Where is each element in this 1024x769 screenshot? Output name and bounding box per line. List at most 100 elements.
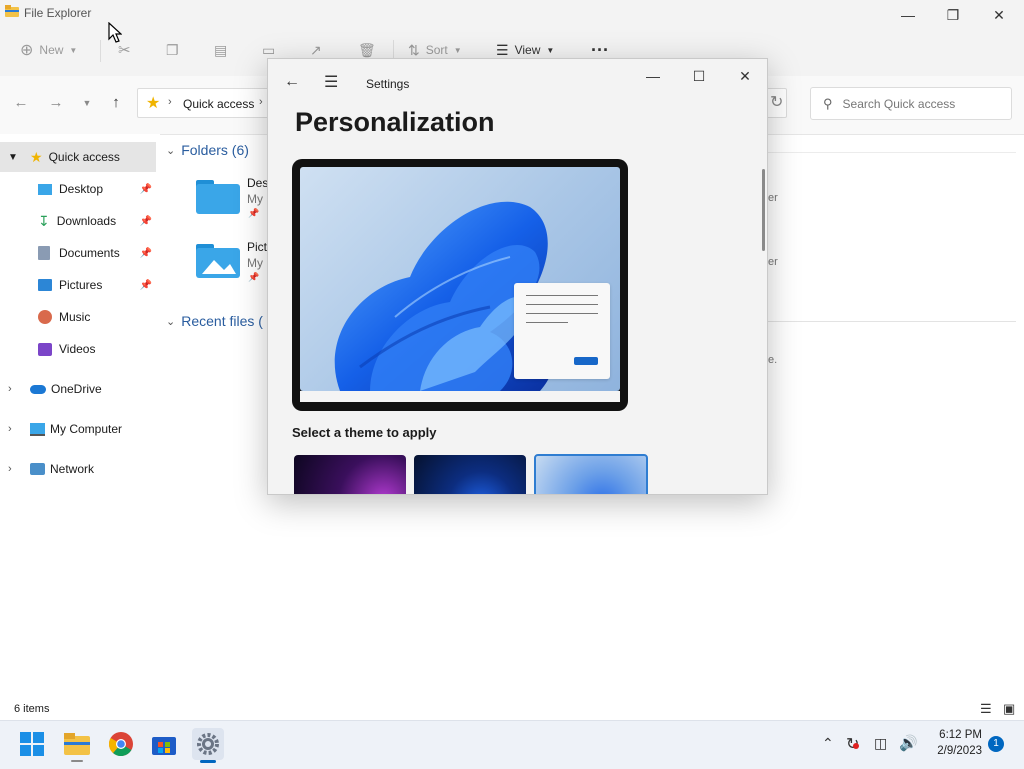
rename-icon: ▭: [262, 41, 276, 58]
sidebar-item-videos[interactable]: Videos: [0, 334, 156, 364]
item-count: 6 items: [14, 703, 50, 715]
sidebar-item-quick-access[interactable]: ▼ ★ Quick access: [0, 142, 156, 172]
document-icon: [38, 246, 50, 260]
taskbar-chrome[interactable]: [105, 728, 137, 760]
sidebar-item-label: Quick access: [48, 150, 120, 164]
recent-locations-button[interactable]: ▼: [76, 92, 98, 114]
up-button[interactable]: ↑: [105, 92, 127, 114]
restore-button[interactable]: ❐: [930, 0, 976, 30]
folder-location: My: [247, 192, 263, 206]
pictures-folder-icon[interactable]: [196, 242, 240, 278]
star-icon: ★: [30, 148, 43, 165]
sidebar-item-downloads[interactable]: ↧ Downloads 📌: [0, 206, 156, 236]
preview-button: [574, 357, 598, 365]
notification-badge[interactable]: 1: [988, 736, 1004, 752]
forward-button[interactable]: →: [45, 92, 67, 114]
sidebar-item-desktop[interactable]: Desktop 📌: [0, 174, 156, 204]
preview-line: [526, 295, 598, 296]
view-label: View: [514, 43, 541, 57]
theme-thumbnail-glow[interactable]: [294, 455, 406, 494]
taskbar-file-explorer[interactable]: [61, 728, 93, 760]
sidebar-item-documents[interactable]: Documents 📌: [0, 238, 156, 268]
back-arrow-icon[interactable]: ←: [284, 73, 300, 91]
sidebar-item-label: Videos: [59, 342, 96, 356]
cloud-icon: [30, 384, 46, 394]
settings-maximize-button[interactable]: ☐: [676, 61, 722, 91]
recent-files-header[interactable]: ⌄ Recent files (: [166, 313, 263, 329]
settings-window: ← ☰ Settings — ☐ ✕ Personalization Selec…: [267, 58, 768, 495]
videos-icon: [38, 342, 52, 356]
settings-scrollbar[interactable]: [762, 169, 765, 251]
folder-name[interactable]: Pict: [247, 240, 267, 254]
chevron-down-icon: ▼: [453, 45, 462, 55]
pictures-icon: [38, 279, 52, 291]
back-button[interactable]: ←: [10, 92, 32, 114]
network-status-icon[interactable]: ◫: [874, 735, 887, 752]
folder-icon[interactable]: [196, 178, 240, 214]
folders-group-header[interactable]: ⌄ Folders (6): [166, 142, 249, 158]
section-divider: [768, 321, 1016, 322]
trash-icon: 🗑: [358, 41, 376, 58]
minimize-button[interactable]: —: [885, 0, 931, 30]
close-button[interactable]: ✕: [976, 0, 1022, 30]
sort-icon: ⇅: [408, 41, 420, 58]
chevron-right-icon: ›: [8, 423, 12, 435]
details-view-icon[interactable]: ☰: [980, 701, 992, 717]
taskbar-store[interactable]: [148, 728, 180, 760]
theme-thumbnail-light-selected[interactable]: [534, 454, 648, 494]
pin-icon: 📌: [248, 208, 260, 218]
volume-icon[interactable]: 🔊: [899, 734, 918, 752]
chevron-down-icon: ▼: [8, 151, 18, 163]
sidebar-item-label: Desktop: [59, 182, 104, 196]
taskbar-settings[interactable]: [192, 728, 224, 760]
search-placeholder: Search Quick access: [842, 96, 956, 111]
hamburger-menu-icon[interactable]: ☰: [324, 72, 338, 92]
sidebar-item-label: Documents: [59, 246, 120, 260]
pin-icon: 📌: [139, 279, 152, 291]
sidebar-item-music[interactable]: Music: [0, 302, 156, 332]
star-icon: ★: [146, 95, 161, 112]
plus-icon: ⊕: [20, 42, 34, 59]
sidebar-item-label: Pictures: [59, 278, 103, 292]
sidebar-item-label: My Computer: [50, 422, 123, 436]
search-icon: ⚲: [823, 95, 833, 111]
breadcrumb-chevron-icon: ›: [259, 96, 263, 108]
preview-line: [526, 313, 598, 314]
chevron-right-icon: ›: [8, 383, 12, 395]
settings-minimize-button[interactable]: —: [630, 61, 676, 91]
search-input[interactable]: ⚲ Search Quick access: [810, 87, 1012, 120]
clock-date[interactable]: 2/9/2023: [930, 745, 982, 757]
sync-icon[interactable]: ↻: [846, 734, 860, 754]
refresh-icon[interactable]: ↻: [770, 92, 783, 112]
sort-label: Sort: [425, 43, 448, 57]
sidebar-item-my-computer[interactable]: › My Computer: [0, 414, 156, 444]
show-hidden-icons-chevron-up-icon[interactable]: ⌃: [822, 735, 834, 752]
sidebar-item-pictures[interactable]: Pictures 📌: [0, 270, 156, 300]
music-icon: [38, 310, 52, 324]
share-icon: ↗: [310, 41, 322, 58]
settings-close-button[interactable]: ✕: [722, 61, 767, 91]
folder-icon: [64, 733, 90, 755]
copy-button[interactable]: ❐: [166, 38, 179, 62]
chrome-icon: [109, 732, 133, 756]
status-bar: [0, 700, 1024, 720]
clock-time[interactable]: 6:12 PM: [930, 729, 982, 741]
theme-thumbnail-dark[interactable]: [414, 455, 526, 494]
paste-button[interactable]: ▤: [214, 38, 227, 62]
new-button[interactable]: ⊕ New ▼: [20, 38, 77, 62]
start-button[interactable]: [16, 728, 48, 760]
column-divider: [768, 152, 1016, 153]
pin-icon: 📌: [139, 247, 152, 259]
tiles-view-icon[interactable]: ▣: [1003, 701, 1015, 717]
preview-line: [526, 304, 598, 305]
recent-header-label: Recent files (: [181, 313, 263, 329]
chevron-down-icon: ▼: [69, 45, 78, 55]
chevron-down-icon: ⌄: [166, 144, 176, 157]
breadcrumb-quick-access[interactable]: Quick access: [183, 97, 254, 111]
sidebar-item-onedrive[interactable]: › OneDrive: [0, 374, 156, 404]
clipboard-icon: ▤: [214, 41, 228, 58]
sidebar-item-network[interactable]: › Network: [0, 454, 156, 484]
running-indicator: [71, 760, 83, 762]
chevron-right-icon: ›: [8, 463, 12, 475]
network-icon: [30, 463, 45, 475]
